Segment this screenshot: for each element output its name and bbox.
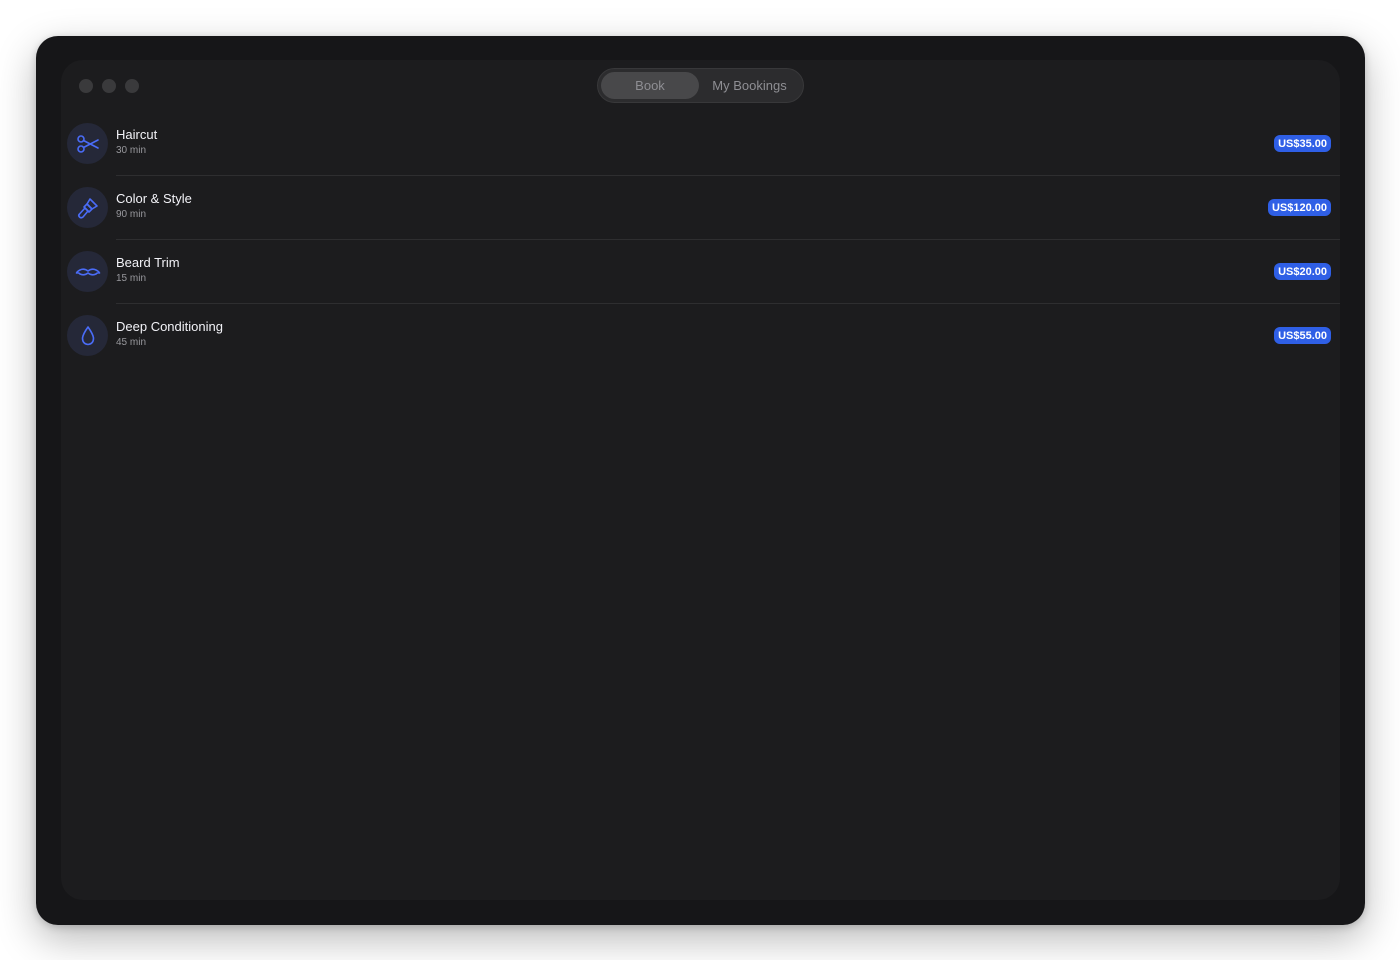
mustache-icon (75, 267, 100, 276)
service-name: Deep Conditioning (116, 319, 223, 334)
paintbrush-icon (77, 197, 98, 219)
service-price-badge: US$35.00 (1274, 135, 1331, 152)
service-name: Haircut (116, 127, 158, 142)
service-icon-badge (67, 187, 108, 228)
tab-book[interactable]: Book (601, 72, 699, 99)
service-list: Haircut 30 min US$35.00 Color & Style 90… (61, 112, 1340, 368)
scissors-icon (76, 134, 99, 153)
tab-switcher: Book My Bookings (597, 68, 804, 103)
service-duration: 90 min (116, 209, 147, 220)
service-name: Color & Style (116, 191, 192, 206)
window-controls (79, 79, 139, 93)
service-duration: 15 min (116, 273, 147, 284)
service-price-badge: US$55.00 (1274, 327, 1331, 344)
service-row-haircut[interactable]: Haircut 30 min US$35.00 (61, 112, 1340, 176)
close-window-button[interactable] (79, 79, 93, 93)
service-price-badge: US$120.00 (1267, 199, 1331, 216)
service-price-badge: US$20.00 (1274, 263, 1331, 280)
service-icon-badge (67, 251, 108, 292)
service-row-color-style[interactable]: Color & Style 90 min US$120.00 (61, 176, 1340, 240)
service-row-beard-trim[interactable]: Beard Trim 15 min US$20.00 (61, 240, 1340, 304)
service-duration: 30 min (116, 145, 147, 156)
minimize-window-button[interactable] (102, 79, 116, 93)
service-row-deep-conditioning[interactable]: Deep Conditioning 45 min US$55.00 (61, 304, 1340, 368)
tab-my-bookings[interactable]: My Bookings (699, 72, 800, 99)
app-window: Book My Bookings Haircut 30 min US$35.00 (61, 60, 1340, 900)
service-icon-badge (67, 315, 108, 356)
drop-icon (81, 325, 94, 345)
service-icon-badge (67, 123, 108, 164)
zoom-window-button[interactable] (125, 79, 139, 93)
service-name: Beard Trim (116, 255, 180, 270)
service-duration: 45 min (116, 337, 147, 348)
